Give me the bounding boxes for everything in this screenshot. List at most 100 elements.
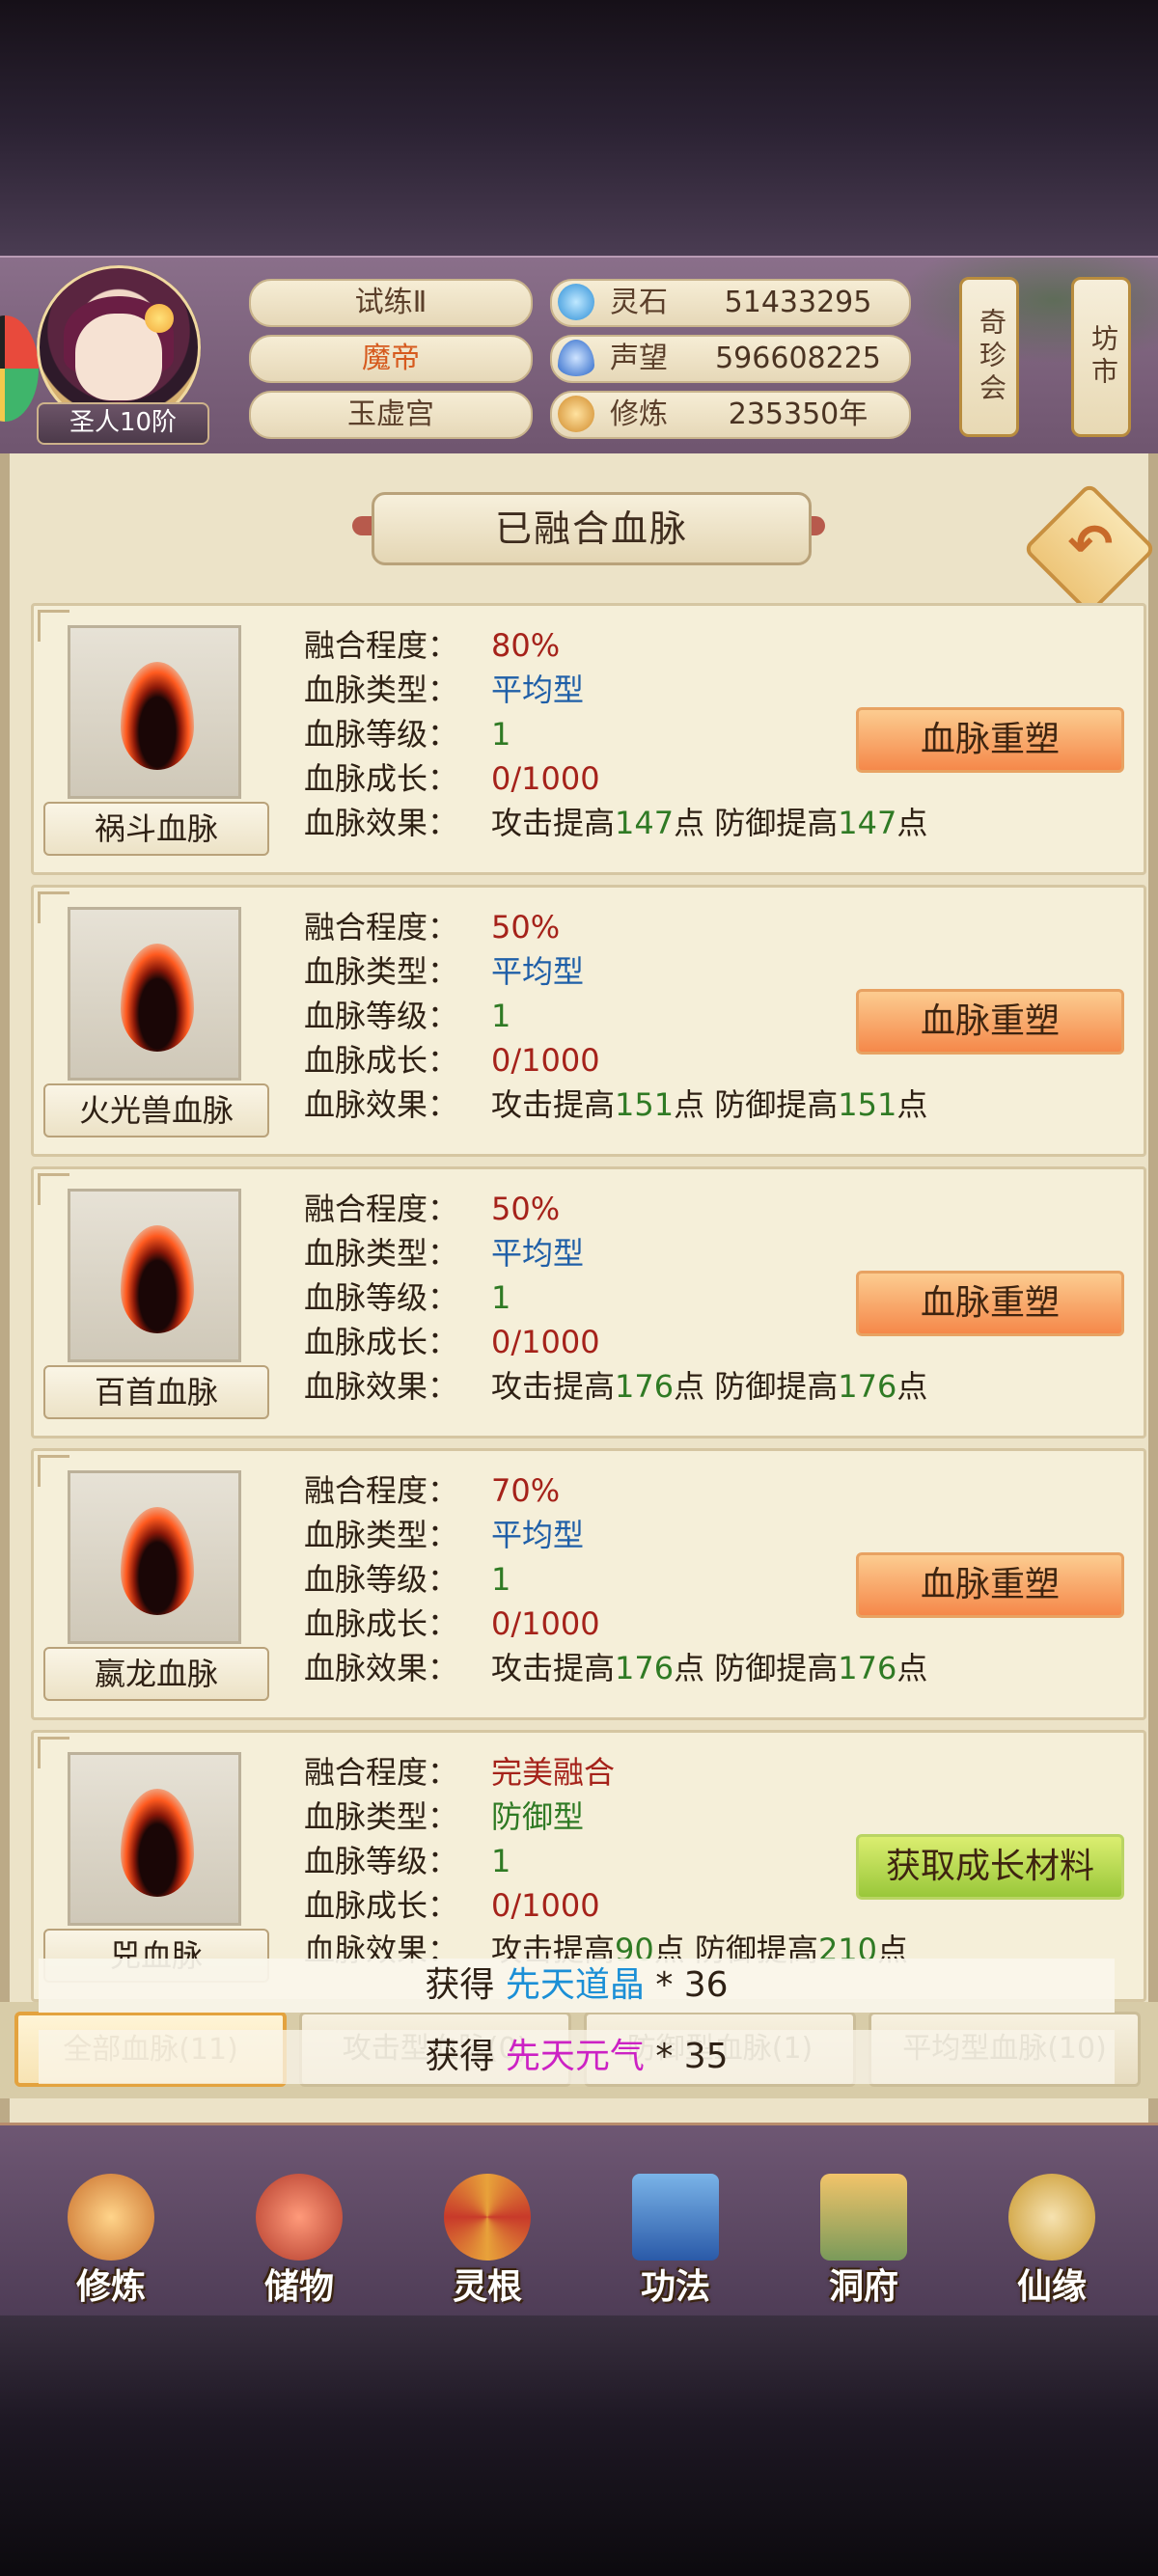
bloodline-name: 百首血脉 — [43, 1365, 269, 1419]
technique-book-icon — [632, 2174, 719, 2261]
field-label: 融合程度： — [304, 1472, 459, 1509]
nav-label: 修炼 — [75, 2267, 146, 2307]
meditation-icon — [558, 396, 594, 432]
fusion-row: 融合程度： 50% — [304, 1187, 560, 1231]
blood-drop-icon — [121, 944, 194, 1052]
unit-label: 点 — [674, 1650, 705, 1686]
fusion-row: 融合程度： 50% — [304, 905, 560, 949]
fusion-value: 50% — [491, 909, 561, 945]
bloodline-card: 火光兽血脉 融合程度： 50% 血脉类型： 平均型 血脉等级： 1 血脉成长： 0/10… — [31, 885, 1146, 1157]
field-label: 融合程度： — [304, 909, 459, 945]
growth-row: 血脉成长： 0/1000 — [304, 1038, 600, 1082]
toast-prefix: 获得 — [425, 1965, 495, 2005]
bloodline-icon-frame[interactable] — [68, 1470, 241, 1644]
type-row: 血脉类型： 平均型 — [304, 1231, 584, 1275]
market-button[interactable]: 坊市 — [1071, 277, 1131, 437]
level-value: 1 — [491, 1561, 511, 1598]
fusion-value: 80% — [491, 627, 561, 664]
bloodline-reshape-button[interactable]: 血脉重塑 — [856, 707, 1124, 773]
attack-value: 176 — [615, 1650, 675, 1686]
treasure-fair-button[interactable]: 奇珍会 — [959, 277, 1019, 437]
attack-label: 攻击提高 — [491, 1086, 616, 1123]
bloodline-reshape-button[interactable]: 血脉重塑 — [856, 1271, 1124, 1336]
rank-badge: 圣人10阶 — [37, 402, 209, 445]
field-label: 血脉等级： — [304, 1843, 459, 1879]
growth-row: 血脉成长： 0/1000 — [304, 1883, 600, 1928]
growth-row: 血脉成长： 0/1000 — [304, 1602, 600, 1646]
defense-label: 防御提高 — [714, 1650, 839, 1686]
attack-value: 151 — [615, 1086, 675, 1123]
field-label: 血脉类型： — [304, 953, 459, 990]
title-trial[interactable]: 试练Ⅱ — [249, 279, 533, 327]
blood-drop-icon — [121, 1507, 194, 1615]
growth-value: 0/1000 — [491, 1605, 600, 1642]
nav-immortal-fate[interactable]: 仙缘 — [975, 2174, 1129, 2309]
field-label: 融合程度： — [304, 1191, 459, 1227]
nav-label: 储物 — [263, 2267, 334, 2307]
bloodline-icon-frame[interactable] — [68, 1752, 241, 1926]
nav-storage[interactable]: 储物 — [222, 2174, 376, 2309]
bloodline-icon-frame[interactable] — [68, 907, 241, 1081]
title-demon-emperor[interactable]: 魔帝 — [249, 335, 533, 383]
growth-row: 血脉成长： 0/1000 — [304, 756, 600, 801]
growth-value: 0/1000 — [491, 760, 600, 797]
corner-ornament — [38, 610, 69, 642]
level-row: 血脉等级： 1 — [304, 1557, 510, 1602]
field-label: 血脉效果： — [304, 805, 459, 841]
field-label: 融合程度： — [304, 1754, 459, 1791]
fusion-value: 完美融合 — [491, 1754, 616, 1791]
spirit-stone-icon — [558, 284, 594, 320]
growth-value: 0/1000 — [491, 1887, 600, 1924]
field-label: 血脉成长： — [304, 1605, 459, 1642]
corner-ornament — [38, 891, 69, 923]
blood-drop-icon — [121, 1789, 194, 1897]
growth-value: 0/1000 — [491, 1324, 600, 1360]
defense-value: 176 — [838, 1650, 897, 1686]
resource-label: 声望 — [610, 342, 668, 375]
nav-label: 洞府 — [828, 2267, 898, 2307]
defense-value: 147 — [838, 805, 897, 841]
get-growth-material-button[interactable]: 获取成长材料 — [856, 1834, 1124, 1900]
effect-row: 血脉效果： 攻击提高147点 防御提高147点 — [304, 801, 927, 845]
cave-mansion-icon — [820, 2174, 907, 2261]
type-row: 血脉类型： 平均型 — [304, 668, 584, 712]
bloodline-reshape-button[interactable]: 血脉重塑 — [856, 1552, 1124, 1618]
bloodline-icon-frame[interactable] — [68, 1189, 241, 1362]
defense-label: 防御提高 — [714, 1368, 839, 1405]
field-label: 血脉效果： — [304, 1368, 459, 1405]
defense-label: 防御提高 — [714, 1086, 839, 1123]
nav-label: 仙缘 — [1016, 2267, 1087, 2307]
type-value: 平均型 — [491, 953, 585, 990]
title-sect[interactable]: 玉虚宫 — [249, 391, 533, 439]
level-value: 1 — [491, 1279, 511, 1316]
bloodline-icon-frame[interactable] — [68, 625, 241, 799]
bloodline-card: 嬴龙血脉 融合程度： 70% 血脉类型： 平均型 血脉等级： 1 血脉成长： 0/100… — [31, 1448, 1146, 1720]
type-value: 平均型 — [491, 1517, 585, 1553]
type-value: 平均型 — [491, 671, 585, 708]
field-label: 血脉类型： — [304, 671, 459, 708]
toast-prefix: 获得 — [425, 2037, 495, 2076]
defense-label: 防御提高 — [714, 805, 839, 841]
attack-label: 攻击提高 — [491, 1650, 616, 1686]
nav-cultivation[interactable]: 修炼 — [34, 2174, 188, 2309]
bottom-background — [0, 2316, 1158, 2576]
bloodline-reshape-button[interactable]: 血脉重塑 — [856, 989, 1124, 1055]
nav-technique[interactable]: 功法 — [598, 2174, 753, 2309]
effect-row: 血脉效果： 攻击提高176点 防御提高176点 — [304, 1646, 927, 1690]
bloodline-card: 百首血脉 融合程度： 50% 血脉类型： 平均型 血脉等级： 1 血脉成长： 0/100… — [31, 1166, 1146, 1439]
field-label: 血脉类型： — [304, 1235, 459, 1272]
toast-item: 先天元气 — [505, 2037, 645, 2076]
page-title: 已融合血脉 — [372, 492, 812, 565]
field-label: 血脉成长： — [304, 1887, 459, 1924]
blood-drop-icon — [121, 1225, 194, 1333]
unit-label: 点 — [896, 1650, 928, 1686]
nav-spirit-root[interactable]: 灵根 — [410, 2174, 565, 2309]
growth-value: 0/1000 — [491, 1042, 600, 1079]
resource-value: 235350年 — [728, 397, 868, 431]
level-row: 血脉等级： 1 — [304, 1839, 510, 1883]
player-header: 圣人10阶 试练Ⅱ 魔帝 玉虚宫 灵石 51433295 声望 59660822… — [0, 256, 1158, 458]
side-event-icon[interactable] — [0, 315, 39, 422]
resource-cultivation: 修炼 235350年 — [550, 391, 911, 439]
nav-cave-mansion[interactable]: 洞府 — [786, 2174, 941, 2309]
type-row: 血脉类型： 防御型 — [304, 1795, 584, 1839]
